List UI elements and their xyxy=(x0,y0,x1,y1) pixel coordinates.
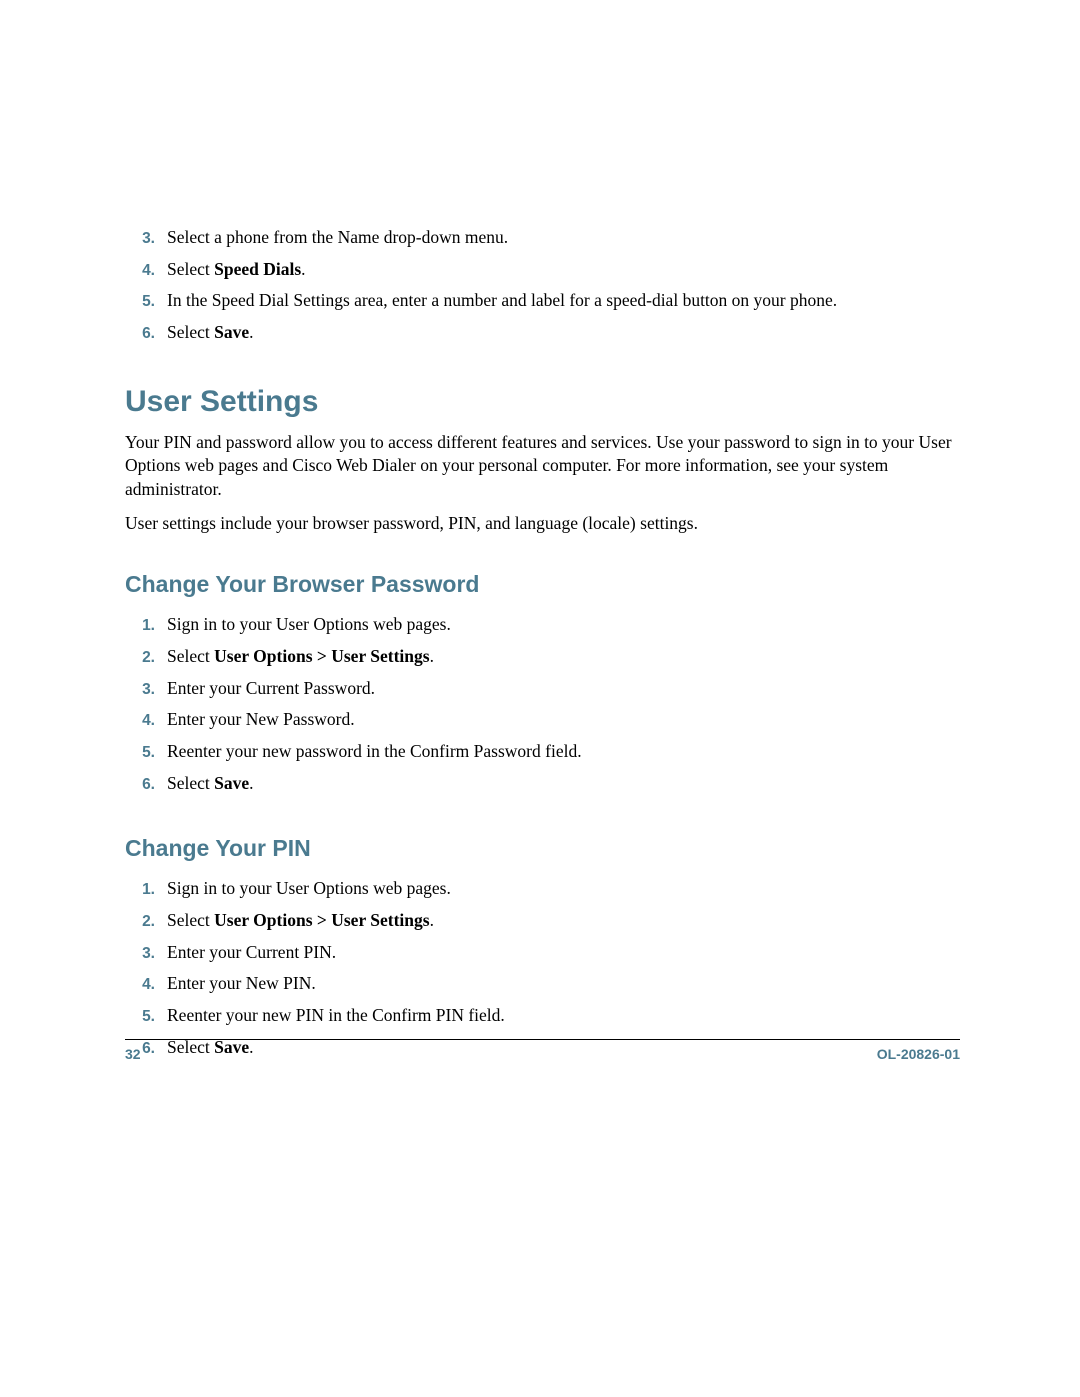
list-item: 1. Sign in to your User Options web pages… xyxy=(125,876,960,901)
page-footer: 32 OL-20826-01 xyxy=(125,1039,960,1062)
document-id: OL-20826-01 xyxy=(877,1046,960,1062)
list-item: 5. Reenter your new PIN in the Confirm PI… xyxy=(125,1003,960,1028)
list-number: 3. xyxy=(125,679,155,701)
bold-text: Save xyxy=(214,322,249,342)
list-text: In the Speed Dial Settings area, enter a… xyxy=(167,288,960,313)
list-text: Sign in to your User Options web pages. xyxy=(167,612,960,637)
list-number: 4. xyxy=(125,710,155,732)
list-number: 5. xyxy=(125,742,155,764)
list-text: Enter your Current Password. xyxy=(167,676,960,701)
list-number: 3. xyxy=(125,228,155,250)
list-text: Reenter your new PIN in the Confirm PIN … xyxy=(167,1003,960,1028)
page-number: 32 xyxy=(125,1046,141,1062)
list-item: 1. Sign in to your User Options web pages… xyxy=(125,612,960,637)
list-item: 6. Select Save. xyxy=(125,771,960,796)
user-settings-para2: User settings include your browser passw… xyxy=(125,512,960,536)
list-text: Select Speed Dials. xyxy=(167,257,960,282)
list-text: Select a phone from the Name drop-down m… xyxy=(167,225,960,250)
list-item: 3. Enter your Current Password. xyxy=(125,676,960,701)
list-text: Select Save. xyxy=(167,771,960,796)
list-item: 4. Select Speed Dials. xyxy=(125,257,960,282)
list-item: 5. In the Speed Dial Settings area, enter… xyxy=(125,288,960,313)
list-number: 5. xyxy=(125,291,155,313)
list-number: 2. xyxy=(125,911,155,933)
list-item: 2. Select User Options > User Settings. xyxy=(125,908,960,933)
list-item: 3. Enter your Current PIN. xyxy=(125,940,960,965)
bold-text: Save xyxy=(214,773,249,793)
list-number: 6. xyxy=(125,323,155,345)
change-browser-password-steps: 1. Sign in to your User Options web pages… xyxy=(125,612,960,795)
list-number: 1. xyxy=(125,879,155,901)
list-text: Enter your New PIN. xyxy=(167,971,960,996)
list-item: 2. Select User Options > User Settings. xyxy=(125,644,960,669)
change-your-pin-heading: Change Your PIN xyxy=(125,835,960,862)
list-text: Enter your New Password. xyxy=(167,707,960,732)
change-your-pin-steps: 1. Sign in to your User Options web pages… xyxy=(125,876,960,1059)
list-item: 4. Enter your New Password. xyxy=(125,707,960,732)
user-settings-heading: User Settings xyxy=(125,385,960,419)
list-item: 3. Select a phone from the Name drop-down… xyxy=(125,225,960,250)
list-text: Reenter your new password in the Confirm… xyxy=(167,739,960,764)
list-item: 4. Enter your New PIN. xyxy=(125,971,960,996)
list-text: Select User Options > User Settings. xyxy=(167,644,960,669)
list-text: Select User Options > User Settings. xyxy=(167,908,960,933)
change-browser-password-heading: Change Your Browser Password xyxy=(125,571,960,598)
bold-text: Speed Dials xyxy=(214,259,301,279)
document-page: 3. Select a phone from the Name drop-down… xyxy=(0,0,1080,1160)
list-number: 3. xyxy=(125,943,155,965)
bold-text: User Options > User Settings xyxy=(214,910,429,930)
user-settings-para1: Your PIN and password allow you to acces… xyxy=(125,431,960,502)
list-text: Select Save. xyxy=(167,320,960,345)
list-number: 4. xyxy=(125,260,155,282)
list-number: 4. xyxy=(125,974,155,996)
list-item: 5. Reenter your new password in the Confi… xyxy=(125,739,960,764)
bold-text: User Options > User Settings xyxy=(214,646,429,666)
list-number: 6. xyxy=(125,774,155,796)
list-item: 6. Select Save. xyxy=(125,320,960,345)
list-text: Enter your Current PIN. xyxy=(167,940,960,965)
list-number: 2. xyxy=(125,647,155,669)
list-text: Sign in to your User Options web pages. xyxy=(167,876,960,901)
list-number: 5. xyxy=(125,1006,155,1028)
list-number: 1. xyxy=(125,615,155,637)
initial-step-list: 3. Select a phone from the Name drop-down… xyxy=(125,225,960,345)
